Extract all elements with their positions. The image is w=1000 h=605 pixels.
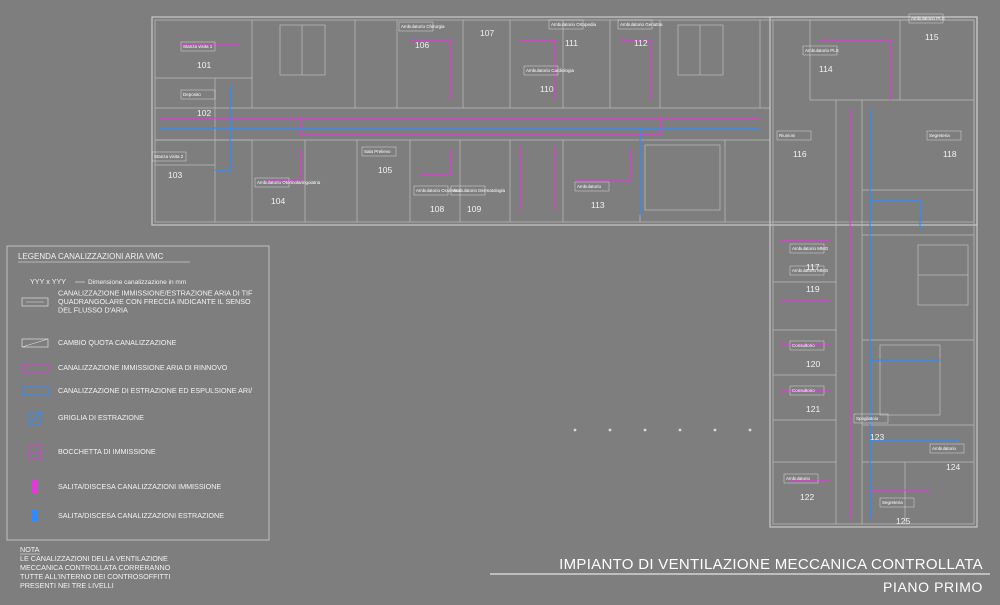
legend-item: BOCCHETTA DI IMMISSIONE [28,444,156,460]
room-number: 114 [819,64,833,74]
legend-item-text: SALITA/DISCESA CANALIZZAZIONI ESTRAZIONE [58,511,224,520]
room-label: Spogliatoio [856,416,879,421]
room-number: 118 [943,149,957,159]
room-label: Segreteria [929,133,950,138]
supply-diffuser-icon [28,444,42,460]
drawing-title: IMPIANTO DI VENTILAZIONE MECCANICA CONTR… [559,556,983,573]
room-label: Consultorio [792,388,815,393]
room-label: Consultorio [792,343,815,348]
legend-dimension-desc: Dimensione canalizzazione in mm [88,279,186,286]
reference-dots [573,428,752,432]
supply-duct-icon [21,363,49,373]
note-title: NOTA [20,545,40,554]
legend-item: CANALIZZAZIONE DI ESTRAZIONE ED ESPULSIO… [21,386,252,396]
room-label: Ambulatorio MMG [792,246,829,251]
level-change-icon [21,338,49,348]
room-number: 121 [806,404,820,414]
room-number: 106 [415,40,429,50]
note-line-1: LE CANALIZZAZIONI DELLA VENTILAZIONE [20,554,168,563]
extract-grille-icon [28,411,42,425]
room-label: Ambulatorio [786,476,811,481]
legend-item-text: CANALIZZAZIONE DI ESTRAZIONE ED ESPULSIO… [58,386,252,395]
quadrangular-duct-icon [21,297,49,307]
legend-item: SALITA/DISCESA CANALIZZAZIONI ESTRAZIONE [31,509,224,522]
legend-item-text: CANALIZZAZIONE IMMISSIONE ARIA DI RINNOV… [58,363,228,372]
rooms: 101 Stanza visita 1 102 Deposito 103 Stanza v… [151,13,965,526]
room-number: 102 [197,108,211,118]
supply-ducts [160,39,930,520]
room-number: 110 [540,84,554,94]
title-block: IMPIANTO DI VENTILAZIONE MECCANICA CONTR… [490,556,990,595]
drawing-subtitle: PIANO PRIMO [883,579,983,595]
legend-items: CANALIZZAZIONE IMMISSIONE/ESTRAZIONE ARI… [21,289,253,522]
room-number: 103 [168,170,182,180]
note-line-2: MECCANICA CONTROLLATA CORRERANNO [20,563,171,572]
room-label: Stanza visita 2 [154,154,184,159]
room-label: Ambulatorio Chirurgia [401,24,445,29]
room-label: Ambulatorio Dermatologia [453,188,506,193]
room-number: 123 [870,432,884,442]
room-number: 111 [565,38,578,48]
legend-item-text: GRIGLIA DI ESTRAZIONE [58,413,144,422]
room-label: Ambulatorio Geriatria [620,22,663,27]
room-label: Deposito [183,92,201,97]
room-number: 104 [271,196,285,206]
room-number: 109 [467,204,481,214]
note-line-4: PRESENTI NEI TRE LIVELLI [20,581,114,590]
room-number: 124 [946,462,960,472]
room-label: Segreteria [882,500,903,505]
room-label: Ambulatorio [932,446,957,451]
room-label: Sala Prelievo [364,149,391,154]
room-label: Ambulatorio PLS [911,16,945,21]
room-number: 112 [634,38,648,48]
room-label: Riunioni [779,133,795,138]
room-label: Ambulatorio [577,184,602,189]
legend-item: CAMBIO QUOTA CANALIZZAZIONE [21,338,177,348]
building-walls [151,16,978,528]
legend-title: LEGENDA CANALIZZAZIONI ARIA VMC [18,252,164,261]
room-number: 125 [896,516,910,526]
room-label: Ambulatorio Cardiologia [526,68,575,73]
legend-item-text: CAMBIO QUOTA CANALIZZAZIONE [58,338,177,347]
extract-duct-icon [21,386,49,396]
room-number: 119 [806,284,820,294]
legend-item: SALITA/DISCESA CANALIZZAZIONI IMMISSIONE [31,480,221,493]
legend-item: CANALIZZAZIONE IMMISSIONE/ESTRAZIONE ARI… [21,289,253,315]
room-number: 105 [378,165,392,175]
drawing-sheet: 101 Stanza visita 1 102 Deposito 103 Stanza v… [0,0,1000,600]
room-number: 101 [197,60,211,70]
legend-item-text: DEL FLUSSO D'ARIA [58,306,128,315]
extract-riser-icon [31,509,38,522]
room-number: 107 [480,28,494,38]
room-label: Ambulatorio PLS [805,48,839,53]
legend-item: GRIGLIA DI ESTRAZIONE [28,411,144,425]
note: NOTA LE CANALIZZAZIONI DELLA VENTILAZION… [20,545,171,590]
supply-riser-icon [31,480,38,493]
room-label: Ambulatorio Ortopedia [551,22,597,27]
room-label: Ambulatorio Otorinolaringoiatria [257,180,321,185]
room-number: 115 [925,32,939,42]
floor-plan: 101 Stanza visita 1 102 Deposito 103 Stanza v… [6,13,990,595]
room-label: Ambulatorio MMG [792,268,829,273]
legend-item: CANALIZZAZIONE IMMISSIONE ARIA DI RINNOV… [21,363,228,373]
note-line-3: TUTTE ALL'INTERNO DEI CONTROSOFFITTI [20,572,170,581]
room-number: 122 [800,492,814,502]
extract-ducts [160,85,960,520]
room-number: 120 [806,359,820,369]
room-label: Stanza visita 1 [183,44,213,49]
room-number: 113 [591,200,605,210]
legend-item-text: SALITA/DISCESA CANALIZZAZIONI IMMISSIONE [58,482,221,491]
legend-dimension-sample: YYY x YYY [30,277,66,286]
room-number: 108 [430,204,444,214]
legend-item-text: BOCCHETTA DI IMMISSIONE [58,447,156,456]
legend: LEGENDA CANALIZZAZIONI ARIA VMC YYY x YY… [6,245,270,541]
room-number: 116 [793,149,807,159]
